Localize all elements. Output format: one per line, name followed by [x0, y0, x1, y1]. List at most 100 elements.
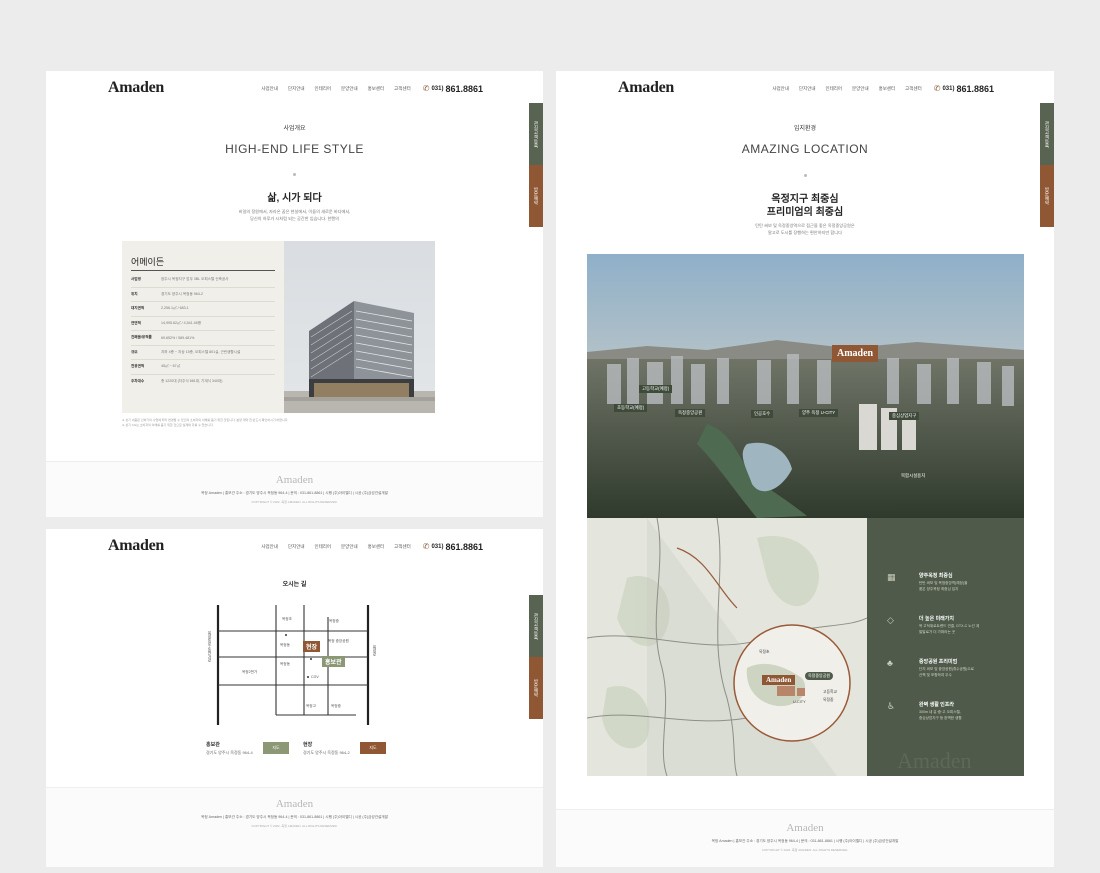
nav-item-support[interactable]: 고객센터: [394, 544, 411, 550]
map-site-marker: Amaden: [762, 675, 796, 685]
nav-item-pr[interactable]: 홍보센터: [368, 544, 385, 550]
place-label: 옥정동: [280, 643, 290, 647]
headline-subtext: 비일의 정원에서, 자라온 꿈은 현실에서, 이들의 새로운 바다에서, 당신의…: [46, 209, 543, 222]
side-tab-visit[interactable]: 방문예약: [529, 657, 543, 719]
map-logo: Amaden: [766, 676, 792, 684]
site-marker[interactable]: 현장: [303, 641, 321, 652]
site-logo[interactable]: Amaden: [108, 537, 164, 555]
footer-copyright: COPYRIGHT © 2022. 옥정 AMADEN. ALL RIGHTS …: [251, 824, 338, 828]
place-label: 옥정중: [329, 619, 339, 623]
divider-dot: [803, 174, 807, 177]
feature-desc: 옥 고덕위로트렌드 연결, GTX-C 노선 계 발발로가 더 가파라는 곳: [919, 624, 979, 635]
phone-icon: ✆: [422, 84, 430, 93]
nav-item-complex[interactable]: 단지안내: [799, 86, 816, 92]
subtext-line: 말고로 도시를 장행하는 편안하지만 합니다: [767, 229, 842, 235]
feature-desc-line: 옥 고덕위로트렌드 연결, GTX-C 노선 계: [919, 624, 980, 628]
feature-desc-line: 산책 및 포함하여 우수: [919, 672, 952, 677]
nav-item-support[interactable]: 고객센터: [905, 86, 922, 92]
nav-item-complex[interactable]: 단지안내: [288, 86, 305, 92]
phone-number: 861.8861: [445, 84, 483, 94]
nav-item-sales[interactable]: 분양안내: [852, 86, 869, 92]
info-value: 69.652% / 589.481%: [161, 335, 195, 340]
place-label: 옥정동: [280, 662, 290, 666]
project-info-box: 어메이든 사업명 양주시 옥정지구 업무 3BL 오피스텔 신축공사 위치 경기도 …: [122, 241, 284, 413]
feature-desc-line: 발발로가 더 가파라는 곳: [919, 629, 956, 634]
info-key: 연면적: [131, 320, 141, 325]
headline-subtext: 탄탄 써보 및 옥정중앙역으로 접근을 좋은 옥정중앙공원은 말고로 도시를 장…: [556, 223, 1054, 236]
site-address: 경기도 양주시 옥정동 964-2: [303, 750, 350, 755]
nav-item-business[interactable]: 사업안내: [772, 86, 789, 92]
nav-item-pr[interactable]: 홍보센터: [368, 86, 385, 92]
nav-item-business[interactable]: 사업안내: [261, 544, 278, 550]
gallery-marker[interactable]: 홍보관: [322, 656, 345, 667]
site-logo[interactable]: Amaden: [108, 79, 164, 97]
footer-logo: Amaden: [786, 822, 824, 834]
site-logo[interactable]: Amaden: [618, 79, 674, 97]
footer-copyright: COPYRIGHT © 2022. 옥정 AMADEN. ALL RIGHTS …: [251, 500, 338, 504]
phone-number: 861.8861: [445, 542, 483, 552]
nav-item-interior[interactable]: 인테리어: [314, 544, 331, 550]
gallery-title: 홍보관: [206, 742, 220, 748]
park-icon: ♣: [887, 658, 893, 668]
map-label: U-CITY: [793, 700, 806, 704]
info-key: 건폐율/용적률: [131, 335, 152, 340]
directions-map[interactable]: 옥정동로-동안가로 옥정로 옥정초 옥정중 옥정동 옥정동 옥정 중앙공원 옥정…: [208, 605, 377, 725]
building-rendering: [284, 241, 435, 413]
feature-desc-line: 중심상업지구 등 완벽한 생활: [919, 715, 962, 720]
feature-desc-line: 300m 내 유·중·고 오피스텔,: [919, 710, 961, 714]
location-map[interactable]: Amaden 옥정중앙공원 옥정초 고등학교 U-CITY 옥정중: [587, 518, 867, 776]
feature-desc: 탄탄 써보 및 옥정중앙역(예정)을 품은 양주옥정 최중심 입지: [919, 581, 967, 592]
nav-item-sales[interactable]: 분양안내: [341, 544, 358, 550]
divider-dot: [293, 173, 296, 176]
phone-link[interactable]: ✆ 031) 861.8861: [934, 84, 994, 94]
footer-info: 옥정 Amaden | 홍보관 주소 : 경기도 양주시 옥정동 964-4 |…: [201, 815, 388, 819]
panel-watermark: Amaden: [897, 748, 972, 773]
info-value: 총 1220대 (자주식 681대, 기계식 340대): [161, 379, 223, 384]
nav-item-pr[interactable]: 홍보센터: [879, 86, 896, 92]
subtext-line: 당신의 하루가 시처럼 되는 공간한 입습니다. 한캔의: [249, 215, 340, 221]
place-label: 옥정고: [306, 704, 316, 708]
feature-desc: 300m 내 유·중·고 오피스텔, 중심상업지구 등 완벽한 생활: [919, 710, 962, 721]
road-label-right: 옥정로: [373, 645, 377, 657]
location-page-preview: Amaden 사업안내 단지안내 인테리어 분양안내 홍보센터 고객센터 ✆ 0…: [556, 71, 1054, 867]
place-label: 옥정2번가: [242, 670, 258, 674]
phone-link[interactable]: ✆ 031) 861.8861: [423, 542, 483, 552]
nav-item-interior[interactable]: 인테리어: [825, 86, 842, 92]
building-rendering-art: [284, 301, 435, 413]
info-value: 2,256.1㎡ / 683.1: [161, 306, 189, 311]
nav-item-interior[interactable]: 인테리어: [314, 86, 331, 92]
info-key: 위치: [131, 291, 138, 296]
phone-prefix: 031): [942, 86, 955, 92]
nav-item-support[interactable]: 고객센터: [394, 86, 411, 92]
side-tab-register[interactable]: 관심고객등록: [529, 595, 543, 657]
info-row: 건폐율/용적률 69.652% / 589.481%: [131, 331, 275, 346]
phone-number: 861.8861: [956, 84, 994, 94]
location-map-art: [587, 518, 867, 776]
section-title: HIGH-END LIFE STYLE: [225, 142, 364, 156]
nav-item-business[interactable]: 사업안내: [261, 86, 278, 92]
site-footer: Amaden 옥정 Amaden | 홍보관 주소 : 경기도 양주시 옥정동 …: [46, 461, 543, 517]
nav-item-sales[interactable]: 분양안내: [341, 86, 358, 92]
info-row: 주차대수 총 1220대 (자주식 681대, 기계식 340대): [131, 375, 275, 390]
map-label-park: 옥정중앙공원: [805, 672, 834, 680]
map-label: 옥정초: [759, 650, 770, 654]
main-nav: 사업안내 단지안내 인테리어 분양안내 홍보센터 고객센터 ✆ 031) 861…: [772, 84, 994, 94]
park-label: 옥정 중앙공원: [328, 639, 349, 643]
side-tab-label: 방문예약: [534, 679, 539, 697]
note-line: ※ 상기 CG는 소비자의 이해를 돕기 위한 것으로 실제와 다를 수 있습니…: [122, 422, 214, 427]
site-title: 현장: [303, 742, 313, 748]
nav-item-complex[interactable]: 단지안내: [288, 544, 305, 550]
gallery-map-button[interactable]: 지도: [263, 742, 289, 754]
section-label: 사업개요: [283, 126, 306, 132]
site-map-button[interactable]: 지도: [360, 742, 386, 754]
aerial-label: 복합시설용지: [898, 472, 929, 480]
aerial-site-marker: Amaden: [832, 345, 879, 362]
road-lines: [216, 605, 370, 725]
info-box-title: 어메이든: [131, 257, 165, 267]
site-header: Amaden 사업안내 단지안내 인테리어 분양안내 홍보센터 고객센터 ✆ 0…: [46, 529, 543, 563]
page-headline: 옥정지구 최중심 프리미엄의 최중심: [556, 193, 1054, 219]
aerial-label: 고등학교(예정): [639, 385, 673, 393]
phone-icon: ✆: [422, 542, 430, 551]
feature-desc-line: 단지 써보 및 중앙공원(휴수공원)으로: [919, 667, 974, 671]
phone-link[interactable]: ✆ 031) 861.8861: [423, 84, 483, 94]
